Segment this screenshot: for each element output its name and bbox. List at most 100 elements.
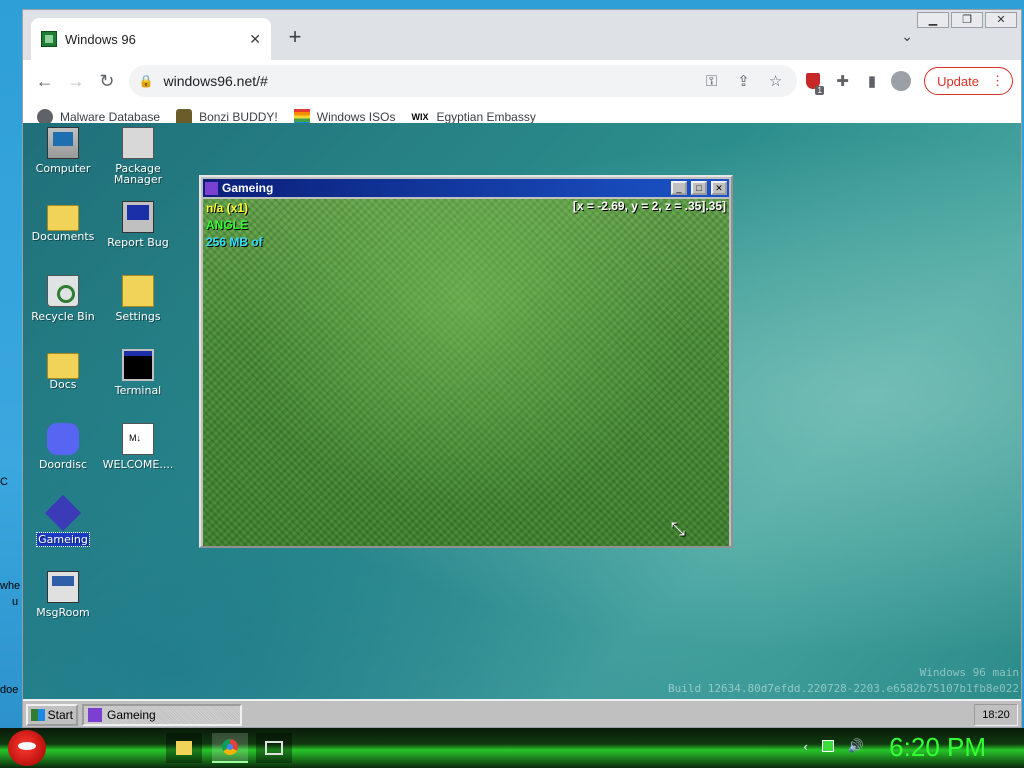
desktop-icon-terminal[interactable]: Terminal	[100, 349, 176, 396]
desktop-icon-package-manager[interactable]: Package Manager	[100, 127, 176, 185]
desktop-icon-report-bug[interactable]: Report Bug	[100, 201, 176, 248]
browser-toolbar: ← → ↻ 🔒 windows96.net/# ⚿ ⇪ ☆ 1 ✚ ▮ Upda…	[23, 60, 1021, 102]
desktop-icon-label: Documents	[31, 230, 95, 243]
desktop-icon-documents[interactable]: Documents	[25, 201, 101, 242]
address-url[interactable]: windows96.net/#	[164, 73, 691, 89]
gameing-cube-icon	[44, 494, 82, 532]
key-icon[interactable]: ⚿	[701, 73, 723, 90]
system-tray: ‹ 🔊	[803, 738, 864, 754]
gameing-cube-icon	[88, 708, 102, 722]
desktop-icon-label: Package Manager	[113, 162, 163, 186]
host-taskbar: ‹ 🔊 6:20 PM	[0, 728, 1024, 768]
remote-desktop-icon	[265, 741, 283, 755]
update-label: Update	[937, 73, 979, 89]
recycle-bin-icon	[47, 275, 79, 307]
task-label: Gameing	[107, 708, 156, 722]
w96-clock: 18:20	[974, 704, 1018, 726]
desktop-icon-doordisc[interactable]: Doordisc	[25, 423, 101, 470]
package-manager-icon	[122, 127, 154, 159]
hud-fps: n/a (x1)	[206, 201, 249, 215]
host-text-fragment: whe	[0, 580, 21, 592]
desktop-icon-label: Recycle Bin	[31, 310, 95, 323]
windows96-favicon-icon	[41, 31, 57, 47]
browser-tab[interactable]: Windows 96 ✕	[31, 18, 271, 60]
docs-folder-icon	[47, 353, 79, 379]
settings-icon	[122, 275, 154, 307]
bookmark-label: Windows ISOs	[316, 109, 396, 124]
kebab-menu-icon: ⋮	[990, 73, 1004, 88]
desktop-icon-label: Settings	[115, 310, 161, 323]
desktop-icon-gameing[interactable]: Gameing	[25, 494, 101, 547]
folder-icon	[176, 741, 192, 755]
reload-button[interactable]: ↻	[93, 66, 120, 96]
minimize-button[interactable]: _	[671, 181, 687, 195]
window-title: Gameing	[222, 181, 274, 195]
start-button[interactable]: Start	[26, 704, 78, 726]
bookmark-label: Egyptian Embassy	[436, 109, 536, 124]
gameing-titlebar[interactable]: Gameing _ □ ✕	[203, 179, 729, 197]
taskbar-app-explorer[interactable]	[166, 733, 202, 763]
bookmark-label: Bonzi BUDDY!	[199, 109, 278, 124]
desktop-icon-computer[interactable]: Computer	[25, 127, 101, 174]
bookmark-label: Malware Database	[60, 109, 161, 124]
host-clock[interactable]: 6:20 PM	[889, 732, 986, 763]
computer-icon	[47, 127, 79, 159]
desktop-icon-welcome[interactable]: WELCOME....	[100, 423, 176, 470]
hud-renderer: ANGLE	[206, 218, 248, 232]
tray-overflow-icon[interactable]: ‹	[803, 739, 807, 754]
taskbar-item-gameing[interactable]: Gameing	[82, 704, 242, 726]
windows96-desktop: Computer Package Manager Documents Repor…	[23, 123, 1021, 727]
update-button[interactable]: Update ⋮	[924, 67, 1013, 95]
volume-icon[interactable]: 🔊	[848, 738, 864, 754]
desktop-icon-label: WELCOME....	[102, 458, 174, 471]
desktop-icon-label: Gameing	[36, 532, 90, 547]
close-button[interactable]: ✕	[711, 181, 727, 195]
minimize-button[interactable]: ▁	[917, 12, 949, 28]
desktop-icon-settings[interactable]: Settings	[100, 275, 176, 322]
resize-cursor-icon: ⤡	[670, 519, 685, 539]
terminal-icon	[122, 349, 154, 381]
close-window-button[interactable]: ✕	[985, 12, 1017, 28]
desktop-icon-docs[interactable]: Docs	[25, 349, 101, 390]
start-label: Start	[47, 708, 73, 722]
window-controls: ▁ ❐ ✕	[917, 12, 1017, 28]
msgroom-icon	[47, 571, 79, 603]
desktop-icon-label: Terminal	[114, 384, 162, 397]
share-icon[interactable]: ⇪	[733, 72, 755, 90]
hud-coordinates: [x = -2.69, y = 2, z = .35].35]	[572, 199, 726, 213]
build-watermark: Windows 96 main Build 12634.80d7efdd.220…	[668, 665, 1019, 697]
lock-icon[interactable]: 🔒	[139, 74, 154, 88]
address-bar[interactable]: 🔒 windows96.net/# ⚿ ⇪ ☆	[128, 65, 797, 97]
forward-button[interactable]: →	[62, 66, 89, 96]
ublock-extension-icon[interactable]: 1	[801, 67, 826, 95]
battery-icon[interactable]	[821, 740, 834, 752]
desktop-icon-recycle-bin[interactable]: Recycle Bin	[25, 275, 101, 322]
angry-bird-start-icon[interactable]	[8, 730, 46, 766]
host-text-fragment: u	[12, 596, 19, 608]
desktop-icon-msgroom[interactable]: MsgRoom	[25, 571, 101, 618]
tab-title: Windows 96	[65, 31, 136, 47]
taskbar-app-remote-desktop[interactable]	[256, 733, 292, 763]
desktop-icon-label: MsgRoom	[36, 606, 90, 619]
new-tab-button[interactable]: +	[281, 24, 309, 52]
gameing-window: Gameing _ □ ✕ n/a (x1) ANGLE 256 MB of […	[199, 175, 733, 548]
maximize-button[interactable]: ❐	[951, 12, 983, 28]
game-canvas[interactable]: n/a (x1) ANGLE 256 MB of [x = -2.69, y =…	[203, 199, 729, 546]
desktop-icon-label: Computer	[35, 162, 91, 175]
watermark-line: Build 12634.80d7efdd.220728-2203.e6582b7…	[668, 682, 1019, 695]
bookmark-star-icon[interactable]: ☆	[765, 72, 787, 90]
w96-taskbar: Start Gameing 18:20	[23, 699, 1021, 727]
maximize-button[interactable]: □	[691, 181, 707, 195]
browser-window: Windows 96 ✕ + ⌄ ▁ ❐ ✕ ← → ↻ 🔒 windows96…	[22, 9, 1022, 728]
close-tab-icon[interactable]: ✕	[249, 31, 261, 48]
desktop-icon-label: Doordisc	[38, 458, 88, 471]
extensions-puzzle-icon[interactable]: ✚	[830, 67, 855, 95]
host-text-fragment: doe	[0, 684, 19, 696]
side-panel-icon[interactable]: ▮	[859, 67, 884, 95]
tab-search-chevron-icon[interactable]: ⌄	[901, 28, 913, 45]
discord-icon	[47, 423, 79, 455]
back-button[interactable]: ←	[31, 66, 58, 96]
profile-avatar-icon[interactable]	[889, 67, 914, 95]
browser-titlebar: Windows 96 ✕ + ⌄ ▁ ❐ ✕	[23, 10, 1021, 60]
taskbar-app-chrome[interactable]	[212, 733, 248, 763]
